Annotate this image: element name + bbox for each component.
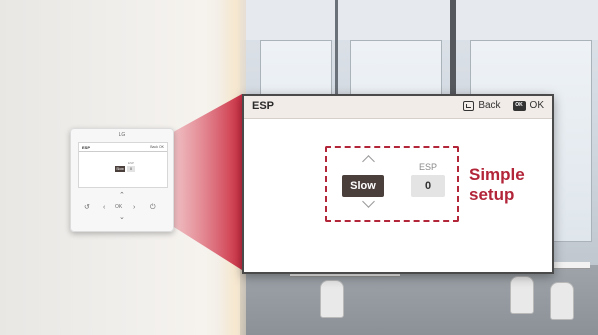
simple-setup-annotation: Simple setup <box>469 165 549 205</box>
annotation-line-1: Simple <box>469 165 525 184</box>
ok-label[interactable]: OK <box>530 100 544 111</box>
down-key-icon[interactable]: ⌄ <box>119 214 125 221</box>
chair <box>550 282 574 320</box>
controller-esp-value: 0 <box>127 166 135 172</box>
esp-value[interactable]: 0 <box>411 175 445 197</box>
lg-logo: LG <box>118 132 126 138</box>
chair <box>320 280 344 318</box>
chair <box>510 276 534 314</box>
annotation-line-2: setup <box>469 185 515 204</box>
controller-esp-label: ESP <box>128 161 135 165</box>
page-title: ESP <box>252 100 275 112</box>
ceiling <box>240 0 598 40</box>
up-key-icon[interactable]: ⌃ <box>119 192 125 199</box>
ok-key[interactable]: OK <box>115 204 122 211</box>
back-label[interactable]: Back <box>478 100 500 111</box>
panel-header: ESP Back OK OK <box>244 96 552 119</box>
back-key-icon[interactable]: ↺ <box>84 204 90 211</box>
back-icon[interactable] <box>463 100 475 111</box>
ok-icon[interactable]: OK <box>512 100 526 111</box>
controller-screen-nav: Back OK <box>150 145 164 149</box>
remote-controller: LG ESP Back OK ESP Slow 0 ⌃ ↺ ‹ OK › ⏻ ⌄ <box>70 128 174 232</box>
controller-screen-title: ESP <box>82 145 91 150</box>
power-icon[interactable]: ⏻ <box>150 204 156 211</box>
mode-value-selected[interactable]: Slow <box>342 175 384 197</box>
controller-keypad: ⌃ ↺ ‹ OK › ⏻ ⌄ <box>70 192 174 228</box>
header-actions: Back OK OK <box>463 100 544 111</box>
right-key-icon[interactable]: › <box>133 204 135 211</box>
esp-label: ESP <box>418 162 437 172</box>
controller-screen: ESP Back OK ESP Slow 0 <box>78 142 168 188</box>
controller-mode-value: Slow <box>115 166 125 172</box>
divider <box>79 151 167 152</box>
left-key-icon[interactable]: ‹ <box>103 204 105 211</box>
